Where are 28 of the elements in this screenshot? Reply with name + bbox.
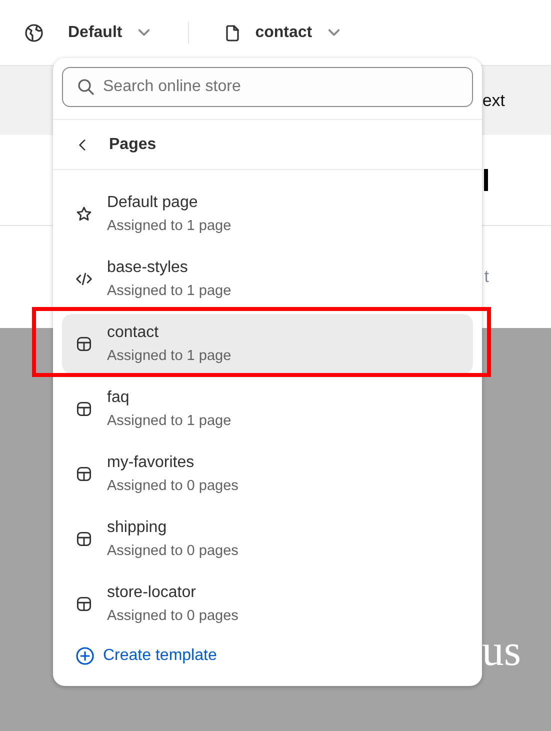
template-item[interactable]: store-locator Assigned to 0 pages xyxy=(62,574,473,634)
create-template-link[interactable]: Create template xyxy=(75,644,217,668)
template-item[interactable]: base-styles Assigned to 1 page xyxy=(62,249,473,309)
plus-circle-icon xyxy=(75,646,95,666)
layout-icon xyxy=(75,465,93,483)
template-item[interactable]: my-favorites Assigned to 0 pages xyxy=(62,444,473,504)
chevron-down-icon xyxy=(328,29,340,36)
template-item[interactable]: Default page Assigned to 1 page xyxy=(62,184,473,244)
globe-icon xyxy=(24,22,44,42)
preview-text: t xyxy=(484,266,489,288)
text-cursor xyxy=(484,169,488,191)
theme-dropdown[interactable]: Default xyxy=(24,20,150,44)
template-item[interactable]: shipping Assigned to 0 pages xyxy=(62,509,473,569)
code-icon xyxy=(75,270,93,288)
layout-icon xyxy=(75,335,93,353)
search-icon xyxy=(76,77,96,97)
preview-heading: us xyxy=(482,629,521,673)
preview-text: ext xyxy=(482,90,505,112)
search-field[interactable]: Search online store xyxy=(62,67,473,107)
star-icon xyxy=(75,205,93,223)
section-title: Pages xyxy=(109,134,156,154)
template-dropdown[interactable]: contact xyxy=(223,20,340,44)
chevron-down-icon xyxy=(138,29,150,36)
template-item[interactable]: contact Assigned to 1 page xyxy=(62,314,473,374)
layout-icon xyxy=(75,595,93,613)
layout-icon xyxy=(75,530,93,548)
template-item[interactable]: faq Assigned to 1 page xyxy=(62,379,473,439)
layout-icon xyxy=(75,400,93,418)
